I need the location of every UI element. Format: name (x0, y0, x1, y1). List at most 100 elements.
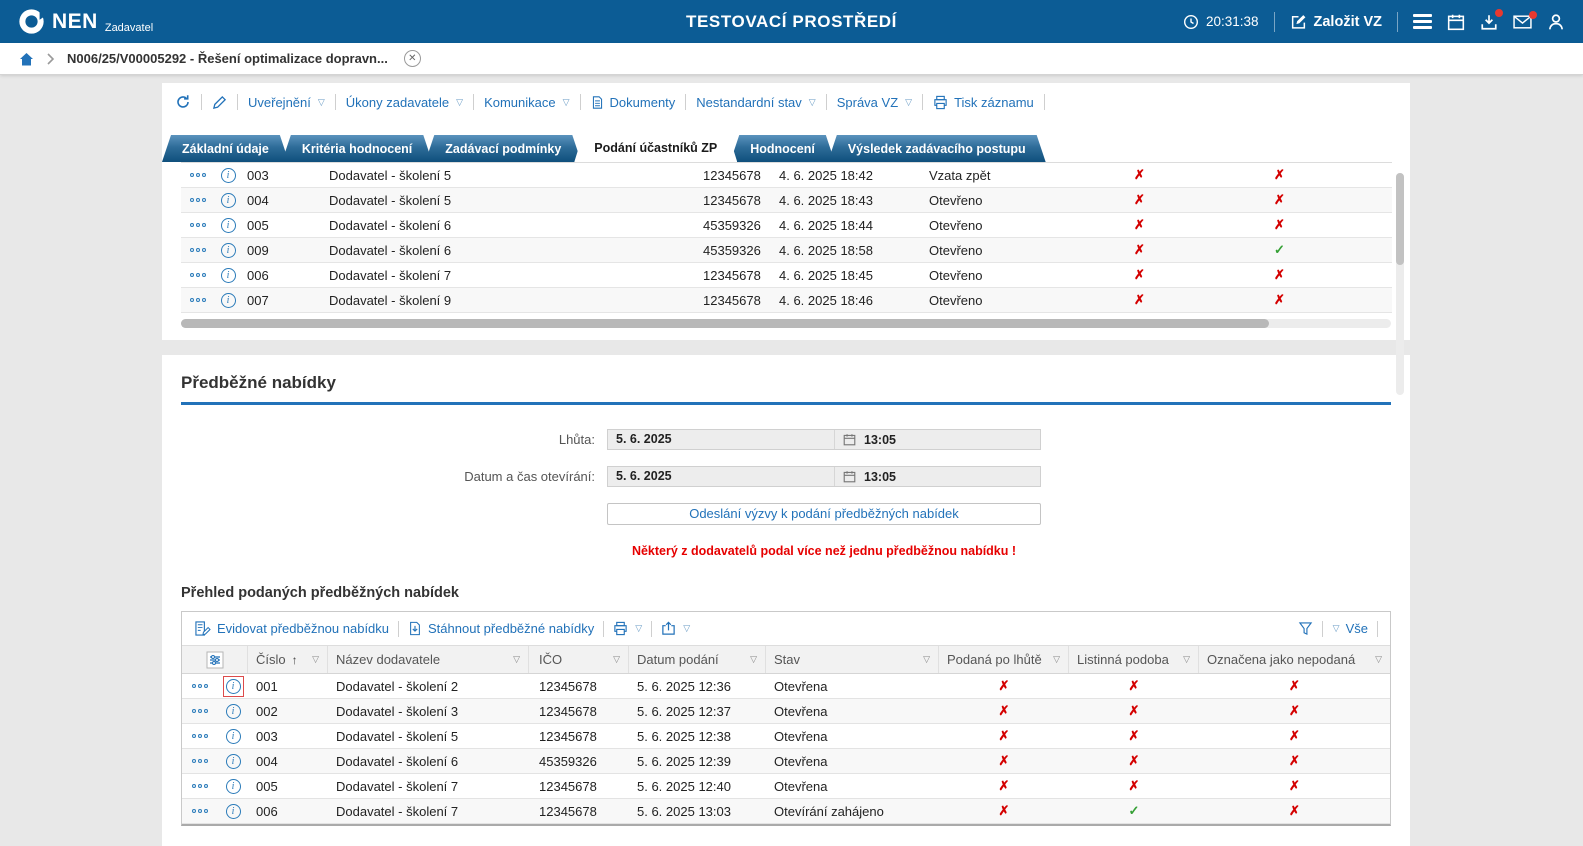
row-menu-icon[interactable] (181, 248, 215, 252)
row-menu-icon[interactable] (182, 709, 218, 713)
table-row[interactable]: i 001 Dodavatel - školení 2 12345678 5. … (182, 674, 1390, 699)
info-icon[interactable]: i (218, 803, 248, 819)
print-grid-button[interactable]: ▽ (613, 621, 642, 636)
table-row[interactable]: i 004 Dodavatel - školení 5 12345678 4. … (181, 188, 1392, 213)
filter-dropdown-icon[interactable]: ▽ (1183, 654, 1190, 665)
home-icon[interactable] (18, 51, 35, 67)
menu-icon[interactable] (1413, 14, 1432, 29)
row-menu-icon[interactable] (182, 734, 218, 738)
row-menu-icon[interactable] (181, 223, 215, 227)
nen-logo[interactable]: NEN Zadavatel (18, 8, 153, 35)
info-icon[interactable]: i (215, 192, 241, 208)
history-refresh-button[interactable] (175, 94, 191, 110)
info-icon[interactable]: i (218, 703, 248, 719)
close-record-icon[interactable]: ✕ (403, 50, 421, 67)
table-row[interactable]: i 005 Dodavatel - školení 6 45359326 4. … (181, 213, 1392, 238)
filter-dropdown-icon[interactable]: ▽ (1053, 654, 1060, 665)
check-icon: ✓ (1128, 803, 1140, 818)
table-row[interactable]: i 003 Dodavatel - školení 5 12345678 5. … (182, 724, 1390, 749)
download-offers-button[interactable]: Stáhnout předběžné nabídky (408, 621, 594, 636)
row-menu-icon[interactable] (181, 198, 215, 202)
filter-dropdown-icon[interactable]: ▽ (312, 654, 319, 665)
record-offer-button[interactable]: Evidovat předběžnou nabídku (194, 621, 389, 636)
filter-all-select[interactable]: ▽ Vše (1332, 621, 1368, 636)
chevron-down-icon: ▽ (1332, 623, 1340, 633)
filter-dropdown-icon[interactable]: ▽ (513, 654, 520, 665)
column-header-ico[interactable]: IČO ▽ (529, 646, 629, 673)
row-menu-icon[interactable] (181, 173, 215, 177)
column-header-stav[interactable]: Stav ▽ (766, 646, 939, 673)
info-icon[interactable]: i (218, 778, 248, 794)
cell-marked-not-submitted: ✗ (1199, 803, 1390, 819)
cell-status: Otevřeno (929, 192, 983, 208)
column-header-nazev-dodavatele[interactable]: Název dodavatele ▽ (328, 646, 529, 673)
table-row[interactable]: i 003 Dodavatel - školení 5 12345678 4. … (181, 163, 1392, 188)
print-record-button[interactable]: Tisk záznamu (933, 95, 1034, 110)
column-header-cislo[interactable]: Číslo ↑ ▽ (248, 646, 328, 673)
breadcrumb-record-tab[interactable]: N006/25/V00005292 - Řešení optimalizace … (67, 51, 388, 66)
create-vz-button[interactable]: Založit VZ (1290, 13, 1382, 30)
divider (603, 620, 605, 637)
downloads-icon[interactable] (1480, 8, 1503, 31)
tab-zadavaci-podminky[interactable]: Zadávací podmínky (425, 135, 581, 162)
column-header-oznacena-jako-nepodana[interactable]: Označena jako nepodaná ▽ (1199, 646, 1390, 673)
menu-uverejneni[interactable]: Uveřejnění ▽ (248, 95, 325, 110)
info-icon[interactable]: i (215, 242, 241, 258)
table-row[interactable]: i 009 Dodavatel - školení 6 45359326 4. … (181, 238, 1392, 263)
tab-zakladni-udaje[interactable]: Základní údaje (162, 135, 289, 162)
info-icon[interactable]: i (215, 267, 241, 283)
vertical-scrollbar[interactable] (1396, 173, 1404, 395)
scrollbar-thumb[interactable] (1396, 173, 1404, 265)
menu-komunikace[interactable]: Komunikace ▽ (484, 95, 569, 110)
calendar-icon[interactable] (1447, 13, 1465, 31)
table-row[interactable]: i 006 Dodavatel - školení 7 12345678 4. … (181, 263, 1392, 288)
edit-record-button[interactable] (212, 95, 227, 110)
column-header-listinna-podoba[interactable]: Listinná podoba ▽ (1069, 646, 1199, 673)
deadline-date-field[interactable]: 5. 6. 2025 (608, 430, 835, 449)
info-icon[interactable]: i (215, 167, 241, 183)
tab-kriteria-hodnoceni[interactable]: Kritéria hodnocení (282, 135, 432, 162)
table-row[interactable]: i 004 Dodavatel - školení 6 45359326 5. … (182, 749, 1390, 774)
row-menu-icon[interactable] (181, 298, 215, 302)
tab-vysledek-zadavaciho-postupu[interactable]: Výsledek zadávacího postupu (828, 135, 1046, 162)
column-header-datum-podani[interactable]: Datum podání ▽ (629, 646, 766, 673)
table-row[interactable]: i 002 Dodavatel - školení 3 12345678 5. … (182, 699, 1390, 724)
table-row[interactable]: i 005 Dodavatel - školení 7 12345678 5. … (182, 774, 1390, 799)
menu-dokumenty[interactable]: Dokumenty (591, 95, 675, 110)
opening-date-field[interactable]: 5. 6. 2025 (608, 467, 835, 486)
row-menu-icon[interactable] (182, 684, 218, 688)
menu-ukony-zadavatele[interactable]: Úkony zadavatele ▽ (346, 95, 463, 110)
menu-nestandardni-stav[interactable]: Nestandardní stav ▽ (696, 95, 815, 110)
table-row[interactable]: i 007 Dodavatel - školení 9 12345678 4. … (181, 288, 1392, 313)
user-profile-icon[interactable] (1547, 13, 1565, 31)
filter-dropdown-icon[interactable]: ▽ (613, 654, 620, 665)
info-icon[interactable]: i (218, 728, 248, 744)
row-menu-icon[interactable] (182, 809, 218, 813)
info-icon[interactable]: i (218, 753, 248, 769)
row-menu-icon[interactable] (182, 784, 218, 788)
tab-podani-ucastniku-zp[interactable]: Podání účastníků ZP (574, 133, 737, 162)
info-icon[interactable]: i (215, 217, 241, 233)
tab-hodnoceni[interactable]: Hodnocení (730, 135, 835, 162)
row-menu-icon[interactable] (181, 273, 215, 277)
filter-icon[interactable] (1298, 621, 1313, 636)
filter-dropdown-icon[interactable]: ▽ (923, 654, 930, 665)
filter-dropdown-icon[interactable]: ▽ (750, 654, 757, 665)
row-menu-icon[interactable] (182, 759, 218, 763)
column-settings-icon[interactable] (182, 646, 248, 673)
info-icon[interactable]: i (218, 675, 248, 697)
send-call-button[interactable]: Odeslání výzvy k podání předběžných nabí… (607, 503, 1041, 525)
deadline-time-field[interactable]: 13:05 (835, 430, 1040, 449)
opening-time-field[interactable]: 13:05 (835, 467, 1040, 486)
divider (473, 94, 475, 110)
filter-dropdown-icon[interactable]: ▽ (1375, 654, 1382, 665)
menu-sprava-vz[interactable]: Správa VZ ▽ (837, 95, 912, 110)
info-icon[interactable]: i (215, 292, 241, 308)
horizontal-scrollbar[interactable] (181, 319, 1391, 328)
column-header-podana-po-lhute[interactable]: Podaná po lhůtě ▽ (939, 646, 1069, 673)
export-grid-button[interactable]: ▽ (661, 621, 690, 636)
scrollbar-thumb[interactable] (181, 319, 1269, 328)
divider (398, 620, 400, 637)
table-row[interactable]: i 006 Dodavatel - školení 7 12345678 5. … (182, 799, 1390, 824)
messages-icon[interactable] (1513, 10, 1537, 29)
